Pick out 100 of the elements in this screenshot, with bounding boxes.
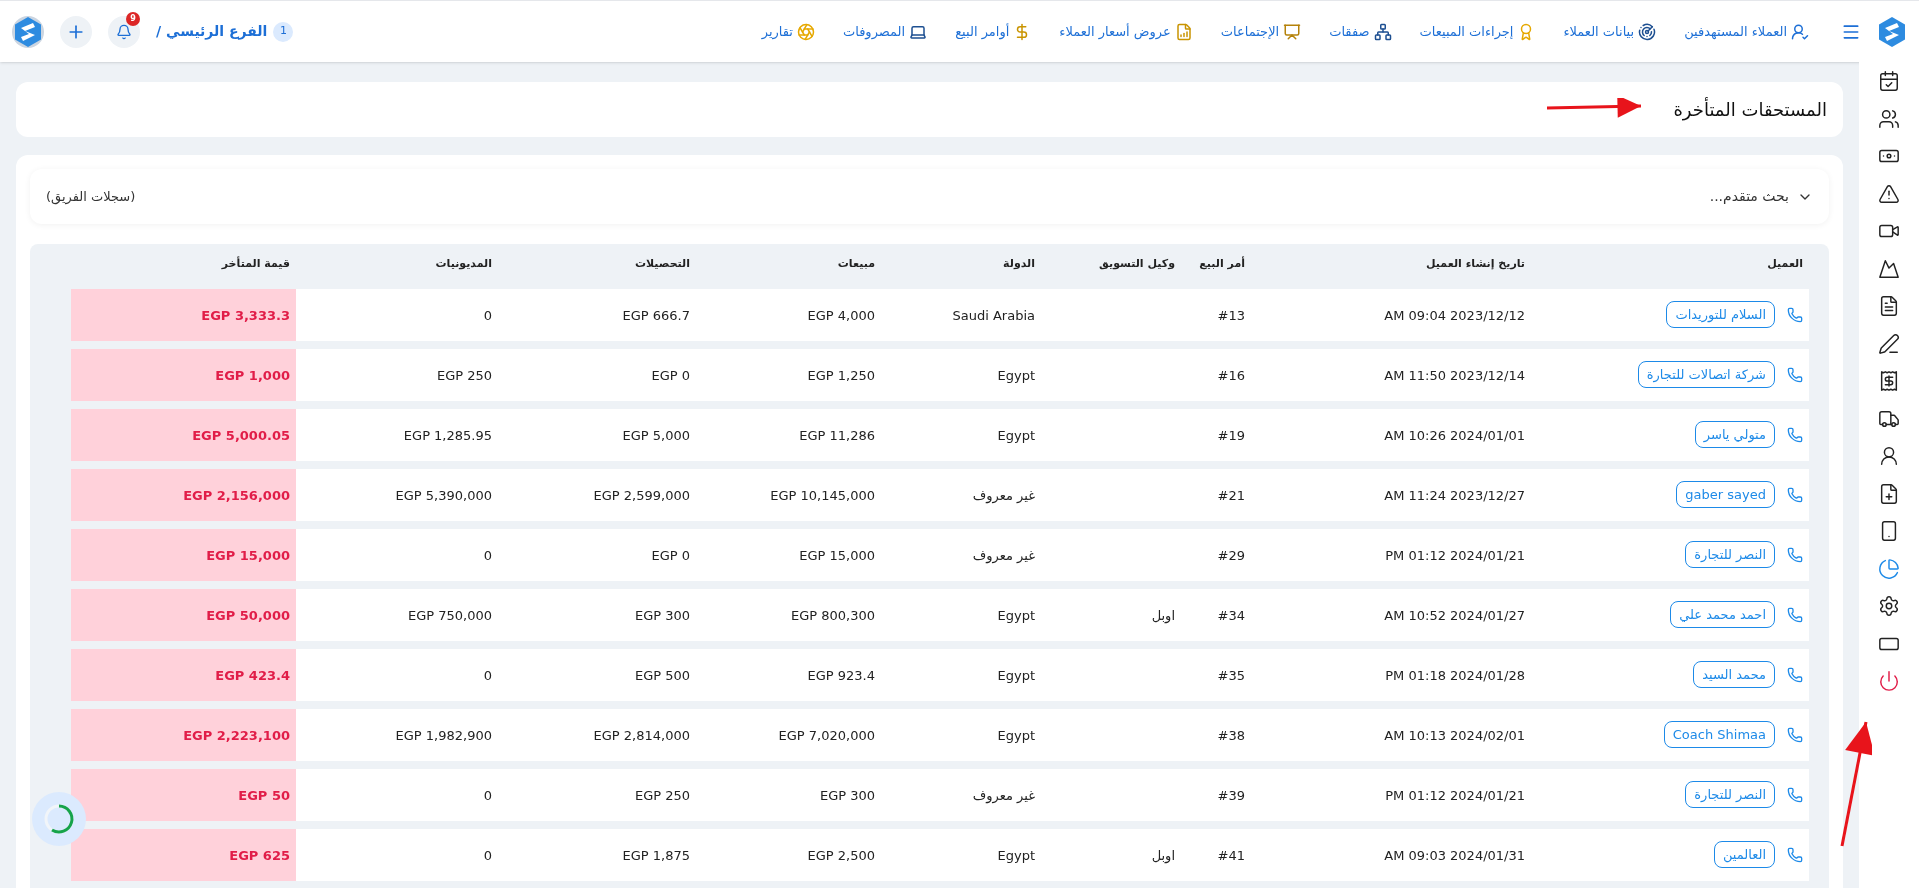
- branch-name[interactable]: الفرع الرئيسي /: [156, 21, 268, 42]
- user-icon[interactable]: [1878, 445, 1900, 467]
- table-cell: EGP 5,390,000: [395, 487, 492, 503]
- table-cell: Egypt: [997, 427, 1035, 443]
- avatar[interactable]: [12, 15, 44, 48]
- client-link[interactable]: شركة اتصالات للتجارة: [1637, 360, 1775, 389]
- table-cell: Egypt: [997, 847, 1035, 863]
- nav-link[interactable]: العملاء المستهدفين: [1684, 21, 1809, 42]
- invoice-icon[interactable]: [1878, 295, 1900, 317]
- table-cell: EGP 1,250: [807, 367, 875, 383]
- calendar-icon[interactable]: [1878, 70, 1900, 92]
- table-cell: EGP 500: [634, 667, 690, 683]
- table-cell: غير معروف: [972, 487, 1035, 503]
- client-link[interactable]: متولي ياسر: [1694, 420, 1775, 449]
- column-header: المديونيات: [434, 256, 493, 272]
- table-cell: EGP 666.7: [622, 307, 690, 323]
- table-cell: #29: [1217, 547, 1245, 563]
- table-cell: #13: [1217, 307, 1245, 323]
- logo-icon: [1877, 15, 1907, 48]
- table-cell: 0: [483, 787, 492, 803]
- table-cell: EGP 50,000: [206, 607, 290, 623]
- table-cell: EGP 300: [634, 607, 690, 623]
- advanced-search-toggle[interactable]: بحث متقدم...: [1709, 186, 1813, 207]
- notification-bell-icon[interactable]: [116, 23, 132, 40]
- pen-icon[interactable]: [1878, 332, 1900, 355]
- client-link[interactable]: gaber sayed: [1676, 480, 1775, 509]
- table-cell: AM 10:13 2024/02/01: [1384, 727, 1525, 743]
- table-cell: EGP 1,000: [215, 367, 290, 383]
- notification-count-badge: 9: [126, 11, 140, 26]
- table-cell: EGP 15,000: [206, 547, 290, 563]
- nav-link[interactable]: صفقات: [1329, 21, 1392, 42]
- table-cell: AM 09:04 2023/12/12: [1384, 307, 1525, 323]
- table-cell: EGP 250: [436, 367, 492, 383]
- mountain-icon[interactable]: [1878, 257, 1900, 280]
- nav-link[interactable]: الإجتماعات: [1220, 21, 1302, 42]
- table-cell: EGP 0: [651, 547, 690, 563]
- table-cell: EGP 11,286: [799, 427, 875, 443]
- table-cell: #19: [1217, 427, 1245, 443]
- nav-link[interactable]: تقارير: [761, 21, 815, 42]
- table-cell: EGP 10,145,000: [770, 487, 875, 503]
- table-cell: 0: [483, 847, 492, 863]
- column-header: وكيل التسويق: [1098, 256, 1176, 272]
- table-cell: 0: [483, 547, 492, 563]
- column-header: مبيعات: [836, 256, 876, 272]
- settings-icon[interactable]: [1878, 595, 1900, 617]
- add-button[interactable]: [60, 15, 92, 48]
- column-header: تاريخ إنشاء العميل: [1425, 256, 1526, 272]
- table-cell: EGP 2,223,100: [183, 727, 290, 743]
- table-cell: EGP 1,875: [622, 847, 690, 863]
- power-icon[interactable]: [1878, 670, 1900, 692]
- table-cell: EGP 3,333.3: [201, 307, 290, 323]
- table-cell: #39: [1217, 787, 1245, 803]
- table-cell: EGP 5,000.05: [192, 427, 290, 443]
- client-link[interactable]: النصر للتجارة: [1685, 780, 1775, 809]
- table-cell: EGP 923.4: [807, 667, 875, 683]
- client-link[interactable]: العالمين: [1713, 840, 1775, 869]
- table-cell: EGP 2,156,000: [183, 487, 290, 503]
- table-cell: AM 11:24 2023/12/27: [1384, 487, 1525, 503]
- nav-link[interactable]: بيانات العملاء: [1563, 21, 1657, 42]
- report-file-icon: [1174, 22, 1193, 41]
- nav-link[interactable]: المصروفات: [842, 21, 928, 42]
- column-header: العميل: [1766, 256, 1804, 272]
- nav-link[interactable]: إجراءات المبيعات: [1419, 21, 1536, 42]
- table-cell: AM 10:52 2024/01/27: [1384, 607, 1525, 623]
- add-file-icon[interactable]: [1878, 482, 1900, 505]
- org-chart-icon: [1373, 22, 1392, 41]
- nav-link[interactable]: أوامر البيع: [955, 21, 1032, 42]
- table-cell: اوبل: [1151, 607, 1175, 623]
- client-link[interactable]: Coach Shimaa: [1663, 720, 1775, 749]
- table-cell: EGP 300: [819, 787, 875, 803]
- table-cell: Egypt: [997, 607, 1035, 623]
- receipt-icon[interactable]: [1878, 370, 1900, 392]
- presentation-board-icon: [1283, 22, 1302, 41]
- table-cell: EGP 7,020,000: [778, 727, 875, 743]
- client-link[interactable]: احمد محمد علي: [1670, 600, 1775, 629]
- column-header: الدولة: [1002, 256, 1036, 272]
- table-cell: EGP 750,000: [407, 607, 492, 623]
- column-header: قيمة المتأخر: [220, 255, 291, 272]
- warning-icon[interactable]: [1878, 182, 1900, 205]
- table-cell: غير معروف: [972, 547, 1035, 563]
- client-link[interactable]: النصر للتجارة: [1685, 540, 1775, 569]
- page-title: المستحقات المتأخرة: [1673, 96, 1827, 123]
- table-cell: EGP 423.4: [215, 667, 290, 683]
- nav-link[interactable]: عروض أسعار العملاء: [1059, 21, 1193, 42]
- table-cell: #16: [1217, 367, 1245, 383]
- column-header: التحصيلات: [633, 256, 691, 272]
- table-cell: #34: [1217, 607, 1245, 623]
- table-cell: PM 01:18 2024/01/28: [1385, 667, 1525, 683]
- table-cell: #41: [1217, 847, 1245, 863]
- column-header: أمر البيع: [1198, 255, 1246, 272]
- client-link[interactable]: السلام للتوريدات: [1666, 300, 1775, 329]
- table-cell: 0: [483, 307, 492, 323]
- table-cell: EGP 50: [238, 787, 290, 803]
- table-cell: 0: [483, 667, 492, 683]
- client-link[interactable]: محمد السيد: [1693, 660, 1775, 689]
- table-cell: Egypt: [997, 667, 1035, 683]
- pie-chart-icon[interactable]: [1878, 557, 1900, 580]
- scope-label: (سجلات الفريق): [46, 187, 136, 207]
- logo-icon: [13, 15, 43, 48]
- group-icon[interactable]: [1878, 107, 1900, 130]
